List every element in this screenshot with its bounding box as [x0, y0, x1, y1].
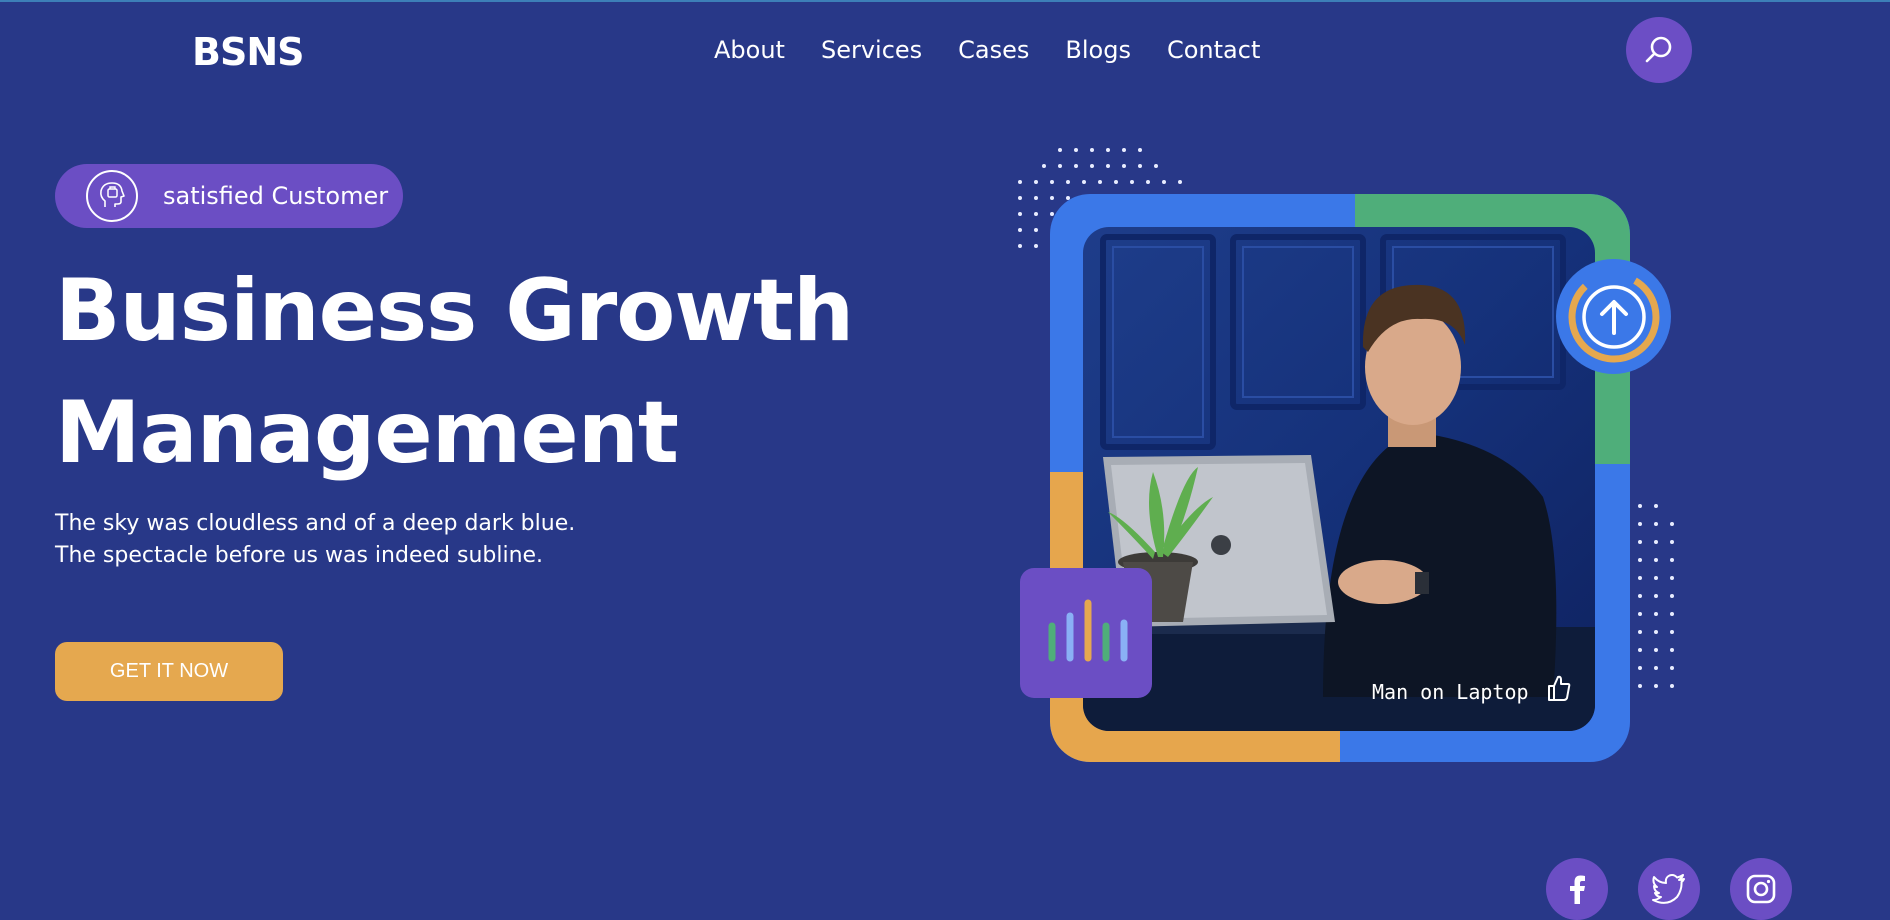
- nav-blogs[interactable]: Blogs: [1065, 36, 1131, 64]
- description-line-2: The spectacle before us was indeed subli…: [55, 543, 544, 568]
- thumbs-up-icon[interactable]: [1546, 674, 1572, 702]
- description-line-1: The sky was cloudless and of a deep dark…: [55, 511, 576, 536]
- nav-contact[interactable]: Contact: [1167, 36, 1260, 64]
- arrow-up-circle-icon: [1568, 271, 1659, 362]
- decorative-dots-right: [1638, 504, 1674, 688]
- bar-chart-icon: [1048, 599, 1128, 662]
- nav-cases[interactable]: Cases: [958, 36, 1029, 64]
- instagram-button[interactable]: [1730, 858, 1792, 920]
- nav-services[interactable]: Services: [821, 36, 922, 64]
- facebook-icon: [1570, 875, 1585, 904]
- headline-line-1: Business Growth: [55, 261, 854, 361]
- twitter-button[interactable]: [1638, 858, 1700, 920]
- badge-label: satisfied Customer: [163, 182, 389, 210]
- customer-head-icon: [86, 170, 138, 222]
- nav-about[interactable]: About: [714, 36, 785, 64]
- get-it-now-button[interactable]: GET IT NOW: [55, 642, 283, 701]
- headline-line-2: Management: [55, 383, 679, 483]
- search-button[interactable]: [1626, 17, 1692, 83]
- stats-card: [1020, 568, 1152, 698]
- brand-logo[interactable]: BSNS: [192, 30, 305, 74]
- hero-description: The sky was cloudless and of a deep dark…: [55, 508, 575, 572]
- top-accent-line: [0, 0, 1890, 2]
- image-caption: Man on Laptop: [1372, 680, 1529, 704]
- main-nav: About Services Cases Blogs Contact: [714, 36, 1260, 64]
- hero-photo: [1083, 227, 1595, 731]
- satisfied-customer-badge: satisfied Customer: [55, 164, 403, 228]
- hero-headline: Business Growth Management: [55, 250, 854, 494]
- man-on-laptop-illustration: [1083, 234, 1595, 731]
- twitter-icon: [1652, 874, 1685, 904]
- upload-badge: [1556, 259, 1671, 374]
- search-icon: [1645, 36, 1672, 63]
- facebook-button[interactable]: [1546, 858, 1608, 920]
- instagram-icon: [1746, 874, 1776, 904]
